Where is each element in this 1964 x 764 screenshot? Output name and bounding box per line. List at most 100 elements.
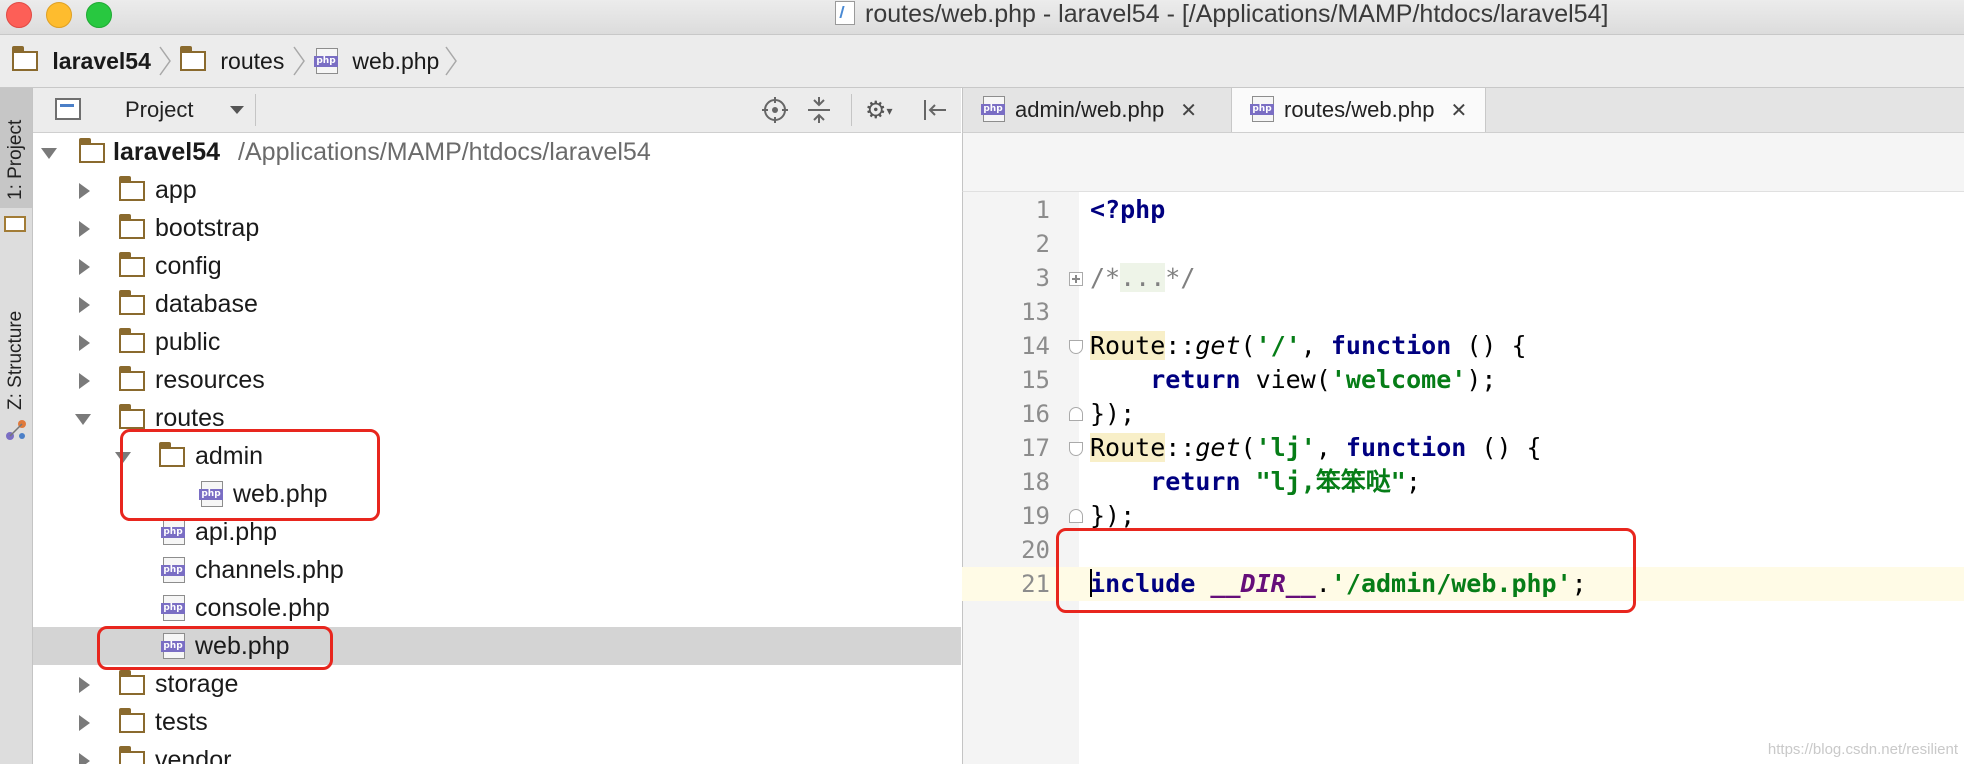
- project-tool-icon: [4, 216, 26, 232]
- php-file-icon: [161, 557, 185, 583]
- line-number: 18: [1021, 468, 1050, 496]
- folder-icon: [119, 214, 145, 239]
- chevron-right-icon: [445, 46, 457, 76]
- folder-icon: [119, 328, 145, 353]
- folder-icon: [119, 670, 145, 695]
- folder-icon: [119, 404, 145, 429]
- zoom-window-button[interactable]: [86, 2, 112, 28]
- line-number: 13: [1021, 298, 1050, 326]
- chevron-right-icon[interactable]: [79, 297, 90, 313]
- chevron-right-icon[interactable]: [79, 221, 90, 237]
- navigation-bar: laravel54 routes web.php: [0, 35, 1964, 88]
- chevron-right-icon: [159, 46, 171, 76]
- folder-icon: [12, 45, 38, 71]
- code-line: <?php: [1090, 195, 1166, 224]
- folder-icon: [119, 746, 145, 764]
- tab-admin-web-php[interactable]: admin/web.php✕: [981, 88, 1197, 132]
- line-number: 2: [1035, 230, 1050, 258]
- folder-icon: [119, 708, 145, 733]
- structure-icon: [6, 420, 26, 440]
- divider: [255, 94, 256, 126]
- line-number: 14: [1021, 332, 1050, 360]
- hide-panel-icon[interactable]: [921, 96, 949, 124]
- minimize-window-button[interactable]: [46, 2, 72, 28]
- code-line: /*...*/: [1090, 263, 1196, 292]
- collapse-all-icon[interactable]: [805, 96, 833, 124]
- scroll-from-source-icon[interactable]: [761, 96, 789, 124]
- file-icon: [835, 1, 855, 26]
- line-number: 20: [1021, 536, 1050, 564]
- php-file-icon: [161, 519, 185, 545]
- folder-icon: [119, 252, 145, 277]
- project-panel-header: Project ⚙▾: [33, 88, 961, 133]
- chevron-right-icon[interactable]: [79, 677, 90, 693]
- gear-icon[interactable]: ⚙▾: [865, 96, 893, 124]
- line-number: 3: [1035, 264, 1050, 292]
- chevron-down-icon[interactable]: [41, 148, 57, 159]
- nav-crumb-routes[interactable]: routes: [180, 35, 284, 87]
- chevron-down-icon[interactable]: [230, 106, 244, 114]
- chevron-right-icon[interactable]: [79, 183, 90, 199]
- tool-window-strip: 1: Project Z: Structure: [0, 88, 33, 764]
- tree-item-config[interactable]: config: [33, 247, 961, 285]
- fold-collapse-icon[interactable]: [1069, 340, 1083, 354]
- window-title: routes/web.php - laravel54 - [/Applicati…: [835, 0, 1608, 30]
- window-title-bar: routes/web.php - laravel54 - [/Applicati…: [0, 0, 1964, 35]
- tree-item-root[interactable]: laravel54/Applications/MAMP/htdocs/larav…: [33, 133, 961, 171]
- line-number: 19: [1021, 502, 1050, 530]
- close-icon[interactable]: ✕: [1180, 98, 1197, 122]
- line-number: 15: [1021, 366, 1050, 394]
- tree-item-public[interactable]: public: [33, 323, 961, 361]
- code-line: Route::get('/', function () {: [1090, 331, 1527, 360]
- project-view-selector[interactable]: Project: [125, 88, 193, 132]
- tree-item-tests[interactable]: tests: [33, 703, 961, 741]
- folder-icon: [119, 176, 145, 201]
- php-file-icon: [981, 96, 1005, 123]
- php-file-icon: [314, 47, 338, 74]
- folder-icon: [119, 366, 145, 391]
- code-line: return "lj,笨笨哒";: [1150, 467, 1421, 496]
- nav-crumb-laravel54[interactable]: laravel54: [12, 35, 151, 87]
- tree-item-app[interactable]: app: [33, 171, 961, 209]
- tree-item-channels-php[interactable]: channels.php: [33, 551, 961, 589]
- tree-item-resources[interactable]: resources: [33, 361, 961, 399]
- tree-item-console-php[interactable]: console.php: [33, 589, 961, 627]
- folder-icon: [180, 45, 206, 71]
- tree-item-bootstrap[interactable]: bootstrap: [33, 209, 961, 247]
- editor-tab-bar: admin/web.php✕ routes/web.php✕: [962, 88, 1964, 133]
- watermark: https://blog.csdn.net/resilient: [1767, 741, 1958, 758]
- folded-region[interactable]: ...: [1120, 263, 1166, 292]
- tool-tab-structure[interactable]: Z: Structure: [0, 278, 32, 418]
- tree-item-database[interactable]: database: [33, 285, 961, 323]
- line-number: 21: [1021, 570, 1050, 598]
- fold-end-icon[interactable]: [1069, 509, 1083, 523]
- chevron-right-icon: [293, 46, 305, 76]
- line-number: 1: [1035, 196, 1050, 224]
- fold-end-icon[interactable]: [1069, 407, 1083, 421]
- chevron-right-icon[interactable]: [79, 753, 90, 764]
- chevron-right-icon[interactable]: [79, 373, 90, 389]
- close-icon[interactable]: ✕: [1450, 98, 1467, 122]
- fold-collapse-icon[interactable]: [1069, 442, 1083, 456]
- line-number: 16: [1021, 400, 1050, 428]
- project-view-icon: [55, 98, 81, 120]
- line-number: 17: [1021, 434, 1050, 462]
- chevron-right-icon[interactable]: [79, 259, 90, 275]
- tab-routes-web-php[interactable]: routes/web.php✕: [1231, 88, 1487, 132]
- nav-crumb-web-php[interactable]: web.php: [314, 35, 439, 87]
- fold-expand-icon[interactable]: [1069, 272, 1083, 286]
- close-window-button[interactable]: [6, 2, 32, 28]
- chevron-down-icon[interactable]: [75, 414, 91, 425]
- tree-item-storage[interactable]: storage: [33, 665, 961, 703]
- php-file-icon: [1250, 96, 1274, 123]
- chevron-right-icon[interactable]: [79, 715, 90, 731]
- editor-breadcrumb-strip: [962, 133, 1964, 192]
- chevron-right-icon[interactable]: [79, 335, 90, 351]
- annotation-highlight-include: [1056, 528, 1636, 613]
- folder-icon: [79, 138, 105, 163]
- tree-item-vendor[interactable]: vendor: [33, 741, 961, 764]
- tool-tab-project[interactable]: 1: Project: [0, 88, 32, 208]
- code-line: Route::get('lj', function () {: [1090, 433, 1542, 462]
- php-file-icon: [161, 595, 185, 621]
- code-line: });: [1090, 399, 1136, 428]
